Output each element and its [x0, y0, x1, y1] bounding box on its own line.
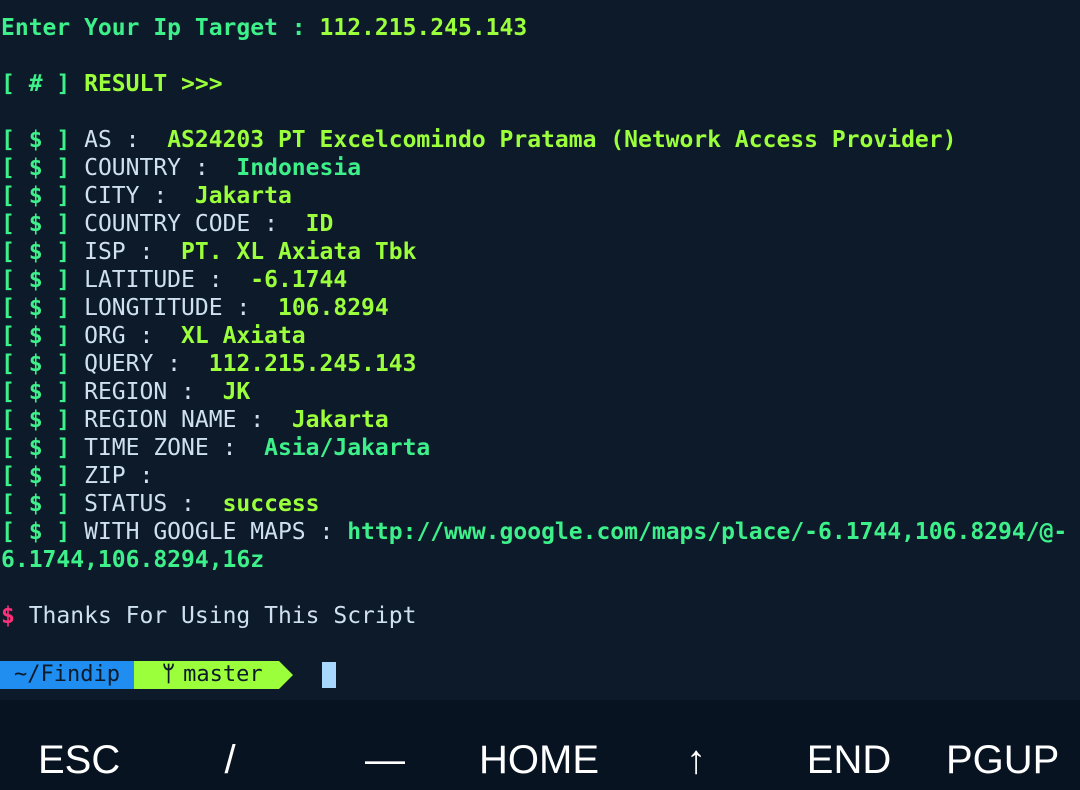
- row-label: REGION NAME :: [84, 407, 292, 433]
- google-maps-link-continuation[interactable]: 6.1744,106.8294,16z: [1, 546, 264, 574]
- key-pgup[interactable]: PGUP: [946, 736, 1059, 784]
- row-label: QUERY :: [84, 351, 209, 377]
- row-label: STATUS :: [84, 491, 223, 517]
- row-value: -6.1744: [250, 267, 348, 293]
- result-row-latitude: [ $ ] LATITUDE : -6.1744: [1, 266, 347, 294]
- result-row-isp: [ $ ] ISP : PT. XL Axiata Tbk: [1, 238, 416, 266]
- result-row-country-code: [ $ ] COUNTRY CODE : ID: [1, 210, 333, 238]
- row-value: ID: [305, 211, 334, 237]
- result-header-text: RESULT >>>: [84, 71, 223, 97]
- prompt-branch-name: master: [183, 662, 263, 687]
- row-prefix: [ $ ]: [1, 435, 85, 461]
- row-value: AS24203 PT Excelcomindo Pratama (Network…: [167, 127, 957, 153]
- row-prefix: [ $ ]: [1, 519, 85, 545]
- shell-prompt-bar: ~/Findip ᛘ master: [0, 661, 293, 689]
- result-row-as: [ $ ] AS : AS24203 PT Excelcomindo Prata…: [1, 126, 956, 154]
- row-label: TIME ZONE :: [84, 435, 265, 461]
- row-prefix: [ $ ]: [1, 323, 85, 349]
- result-row-zip: [ $ ] ZIP :: [1, 462, 181, 490]
- row-prefix: [ $ ]: [1, 267, 85, 293]
- ip-target-value: 112.215.245.143: [319, 15, 528, 41]
- google-maps-link[interactable]: http://www.google.com/maps/place/-6.1744…: [347, 519, 1067, 545]
- result-header-prefix: [ # ]: [1, 71, 85, 97]
- row-label: ORG :: [84, 323, 182, 349]
- key-home[interactable]: HOME: [478, 736, 600, 784]
- thanks-text: Thanks For Using This Script: [14, 603, 417, 629]
- ip-target-label: Enter Your Ip Target :: [1, 15, 320, 41]
- result-row-city: [ $ ] CITY : Jakarta: [1, 182, 292, 210]
- result-row-time-zone: [ $ ] TIME ZONE : Asia/Jakarta: [1, 434, 430, 462]
- row-value: Indonesia: [236, 155, 362, 181]
- row-prefix: [ $ ]: [1, 127, 85, 153]
- row-label: ISP :: [84, 239, 182, 265]
- row-label: COUNTRY CODE :: [84, 211, 306, 237]
- row-value: Jakarta: [291, 407, 389, 433]
- key-end[interactable]: END: [806, 736, 892, 784]
- extra-keys-row: ESC / — HOME ↑ END PGUP: [0, 700, 1080, 790]
- row-value: JK: [222, 379, 251, 405]
- result-row-query: [ $ ] QUERY : 112.215.245.143: [1, 350, 416, 378]
- git-branch-icon: ᛘ: [161, 662, 176, 687]
- row-label: WITH GOOGLE MAPS :: [84, 519, 348, 545]
- row-label: LONGTITUDE :: [84, 295, 278, 321]
- dollar-prompt-symbol: $: [1, 603, 15, 629]
- row-prefix: [ $ ]: [1, 211, 85, 237]
- row-value: Asia/Jakarta: [264, 435, 431, 461]
- row-label: REGION :: [84, 379, 223, 405]
- row-prefix: [ $ ]: [1, 183, 85, 209]
- row-value: 112.215.245.143: [208, 351, 417, 377]
- key-dash[interactable]: —: [360, 736, 410, 784]
- result-row-org: [ $ ] ORG : XL Axiata: [1, 322, 306, 350]
- row-value: 106.8294: [277, 295, 389, 321]
- result-row-longitude: [ $ ] LONGTITUDE : 106.8294: [1, 294, 389, 322]
- result-row-google-maps: [ $ ] WITH GOOGLE MAPS : http://www.goog…: [1, 518, 1067, 546]
- result-row-region-name: [ $ ] REGION NAME : Jakarta: [1, 406, 389, 434]
- row-label: LATITUDE :: [84, 267, 251, 293]
- terminal-output[interactable]: Enter Your Ip Target : 112.215.245.143 […: [0, 0, 1080, 700]
- key-esc[interactable]: ESC: [38, 736, 120, 784]
- row-label: COUNTRY :: [84, 155, 237, 181]
- thanks-line: $ Thanks For Using This Script: [1, 602, 416, 630]
- row-prefix: [ $ ]: [1, 351, 85, 377]
- row-prefix: [ $ ]: [1, 407, 85, 433]
- row-value: success: [222, 491, 320, 517]
- key-slash[interactable]: /: [210, 736, 250, 784]
- row-value: Jakarta: [194, 183, 292, 209]
- row-prefix: [ $ ]: [1, 379, 85, 405]
- row-label: ZIP :: [84, 463, 182, 489]
- row-prefix: [ $ ]: [1, 463, 85, 489]
- terminal-cursor: [322, 662, 336, 688]
- result-row-country: [ $ ] COUNTRY : Indonesia: [1, 154, 361, 182]
- row-label: AS :: [84, 127, 168, 153]
- ip-target-line: Enter Your Ip Target : 112.215.245.143: [1, 14, 527, 42]
- row-label: CITY :: [84, 183, 195, 209]
- result-row-status: [ $ ] STATUS : success: [1, 490, 320, 518]
- prompt-git-segment: ᛘ master: [133, 661, 293, 689]
- row-value: PT. XL Axiata Tbk: [181, 239, 417, 265]
- row-prefix: [ $ ]: [1, 295, 85, 321]
- result-header: [ # ] RESULT >>>: [1, 70, 223, 98]
- row-prefix: [ $ ]: [1, 239, 85, 265]
- row-value: XL Axiata: [181, 323, 306, 349]
- prompt-directory-segment: ~/Findip: [0, 661, 148, 689]
- result-row-region: [ $ ] REGION : JK: [1, 378, 250, 406]
- key-arrow-up[interactable]: ↑: [676, 736, 716, 784]
- row-prefix: [ $ ]: [1, 155, 85, 181]
- row-prefix: [ $ ]: [1, 491, 85, 517]
